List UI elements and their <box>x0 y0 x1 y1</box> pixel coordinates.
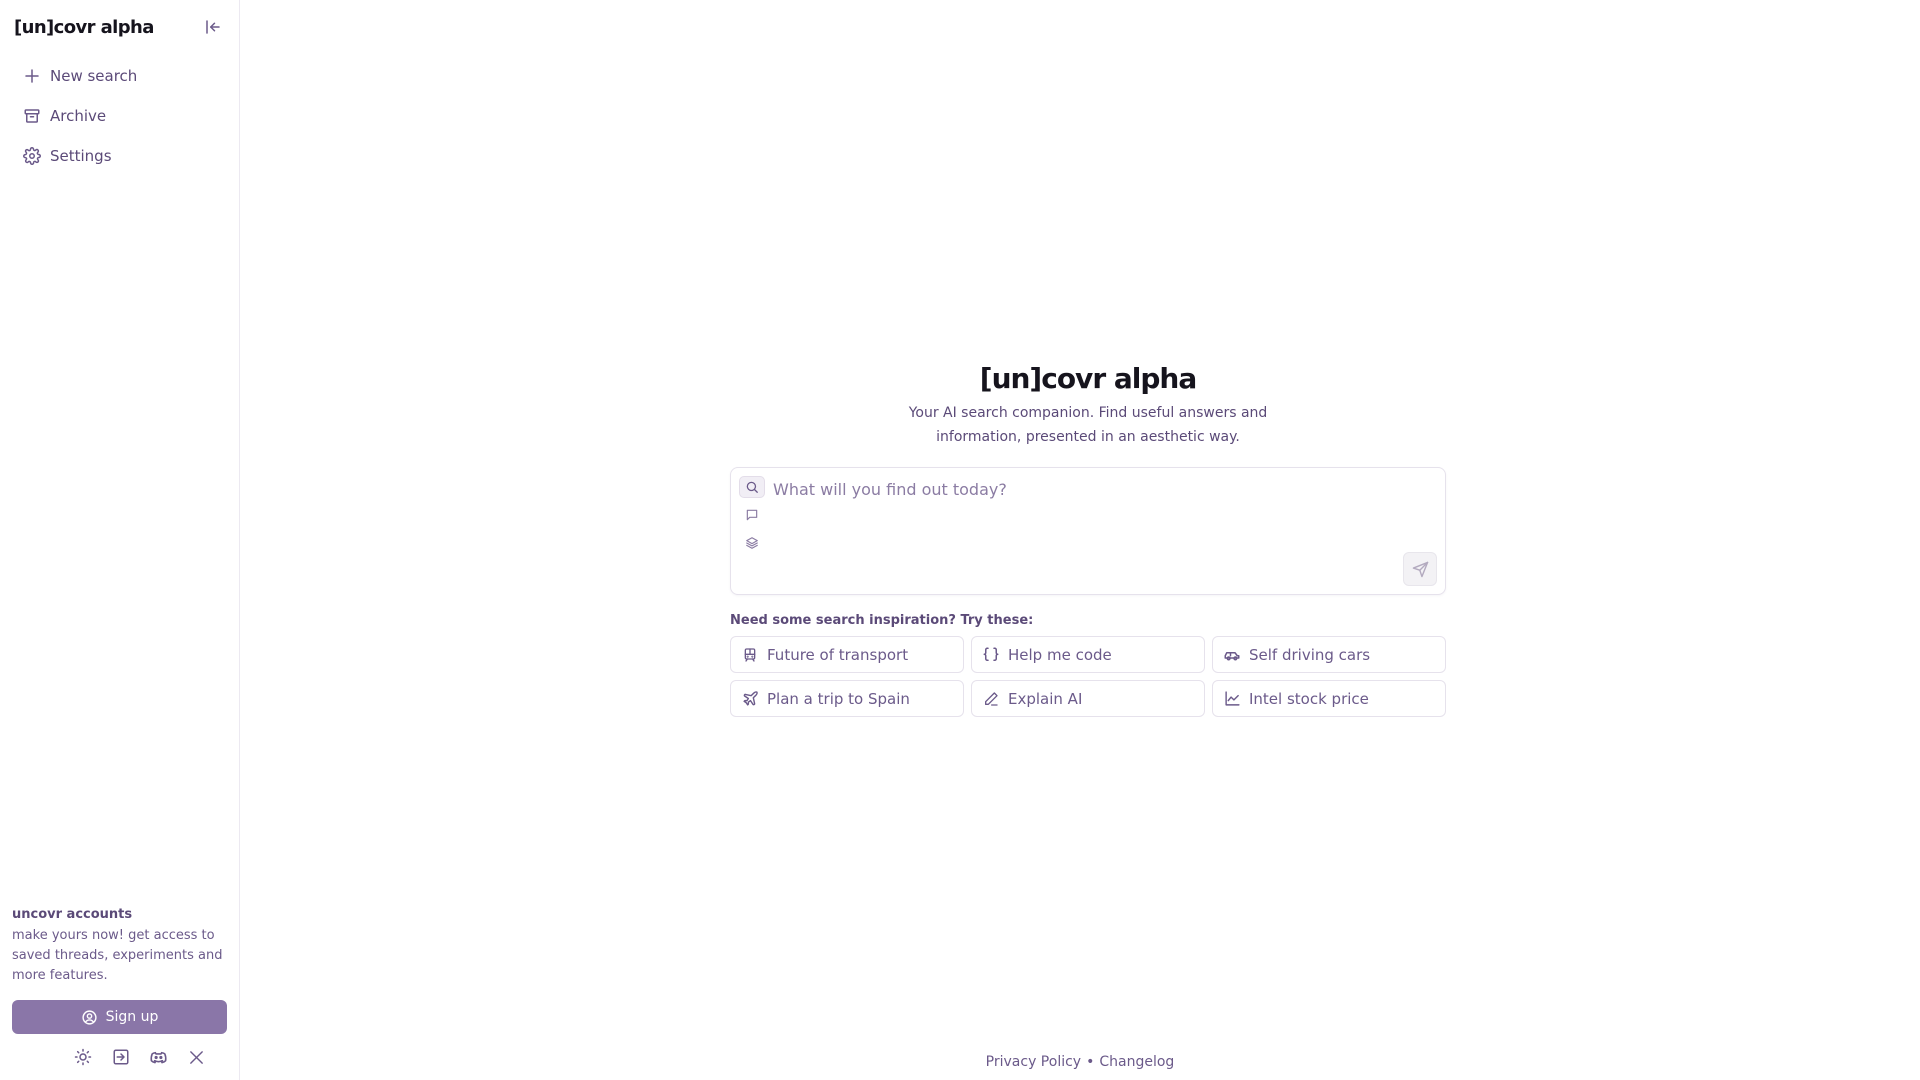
suggestion-label: Plan a trip to Spain <box>767 689 910 708</box>
accounts-title: uncovr accounts <box>12 907 133 922</box>
layers-icon <box>746 537 758 549</box>
privacy-policy-link[interactable]: Privacy Policy <box>986 1054 1081 1070</box>
main-logo: [un]covr alpha <box>979 362 1197 395</box>
plane-icon <box>741 690 759 708</box>
discord-link[interactable] <box>148 1046 170 1068</box>
sidebar-item-settings[interactable]: Settings <box>10 136 229 176</box>
sidebar-logo[interactable]: [un]covr alpha <box>14 17 154 38</box>
suggestion-label: Intel stock price <box>1249 689 1369 708</box>
sidebar-header: [un]covr alpha <box>0 0 239 54</box>
send-button[interactable] <box>1403 552 1437 586</box>
footer-links: Privacy Policy • Changelog <box>240 1054 1920 1070</box>
login-button[interactable] <box>110 1046 132 1068</box>
archive-icon <box>22 106 42 126</box>
inspiration-title: Need some search inspiration? Try these: <box>730 613 1034 628</box>
car-icon <box>1223 646 1241 664</box>
suggestion-help-me-code[interactable]: Help me code <box>971 636 1205 673</box>
sidebar-item-label: Settings <box>50 147 112 165</box>
sidebar-item-new-search[interactable]: New search <box>10 56 229 96</box>
sign-up-button[interactable]: Sign up <box>12 1000 227 1034</box>
tagline: Your AI search companion. Find useful an… <box>908 405 1268 445</box>
search-input[interactable] <box>773 476 1413 502</box>
pen-icon <box>982 690 1000 708</box>
sign-up-label: Sign up <box>105 1009 159 1025</box>
theme-toggle-button[interactable] <box>72 1046 94 1068</box>
train-icon <box>741 646 759 664</box>
chat-mode-button[interactable] <box>739 504 765 526</box>
search-box <box>730 467 1446 595</box>
discord-icon <box>150 1051 167 1063</box>
suggestion-self-driving-cars[interactable]: Self driving cars <box>1212 636 1446 673</box>
sidebar-item-label: Archive <box>50 107 107 125</box>
accounts-text: make yours now! get access to saved thre… <box>12 928 223 983</box>
gear-icon <box>22 146 42 166</box>
suggestion-label: Explain AI <box>1008 689 1083 708</box>
collapse-sidebar-button[interactable] <box>201 15 225 39</box>
suggestion-grid: Future of transport Help me code Self dr… <box>730 636 1446 717</box>
main-content: [un]covr alpha Your AI search companion.… <box>240 0 1920 1080</box>
sun-icon <box>74 1048 91 1066</box>
sidebar-item-archive[interactable]: Archive <box>10 96 229 136</box>
suggestion-explain-ai[interactable]: Explain AI <box>971 680 1205 717</box>
sidebar-footer: uncovr accounts make yours now! get acce… <box>0 907 239 1080</box>
user-circle-icon <box>82 1009 97 1025</box>
collapse-icon <box>206 20 220 34</box>
braces-icon <box>982 646 1000 664</box>
suggestion-plan-a-trip-to-spain[interactable]: Plan a trip to Spain <box>730 680 964 717</box>
search-mode-selector <box>739 476 765 554</box>
plus-icon <box>22 66 42 86</box>
login-icon <box>113 1049 128 1065</box>
suggestion-label: Future of transport <box>767 645 909 664</box>
sidebar-footer-icons <box>12 1046 227 1068</box>
search-mode-button[interactable] <box>739 476 765 498</box>
app: [un]covr alpha New search Archive Settin… <box>0 0 1920 1080</box>
suggestion-label: Help me code <box>1008 645 1112 664</box>
layers-mode-button[interactable] <box>739 532 765 554</box>
send-icon <box>1412 561 1428 577</box>
sidebar-item-label: New search <box>50 67 138 85</box>
search-inspiration: Need some search inspiration? Try these:… <box>730 613 1446 717</box>
search-hero: [un]covr alpha Your AI search companion.… <box>730 362 1446 717</box>
suggestion-label: Self driving cars <box>1249 645 1371 664</box>
x-link[interactable] <box>186 1046 208 1068</box>
x-icon <box>190 1050 203 1064</box>
sidebar: [un]covr alpha New search Archive Settin… <box>0 0 240 1080</box>
footer-separator: • <box>1086 1054 1095 1070</box>
chat-icon <box>746 509 758 521</box>
search-icon <box>746 481 758 493</box>
sidebar-nav: New search Archive Settings <box>0 54 239 176</box>
changelog-link[interactable]: Changelog <box>1099 1054 1174 1070</box>
suggestion-intel-stock-price[interactable]: Intel stock price <box>1212 680 1446 717</box>
chart-icon <box>1223 690 1241 708</box>
suggestion-future-of-transport[interactable]: Future of transport <box>730 636 964 673</box>
